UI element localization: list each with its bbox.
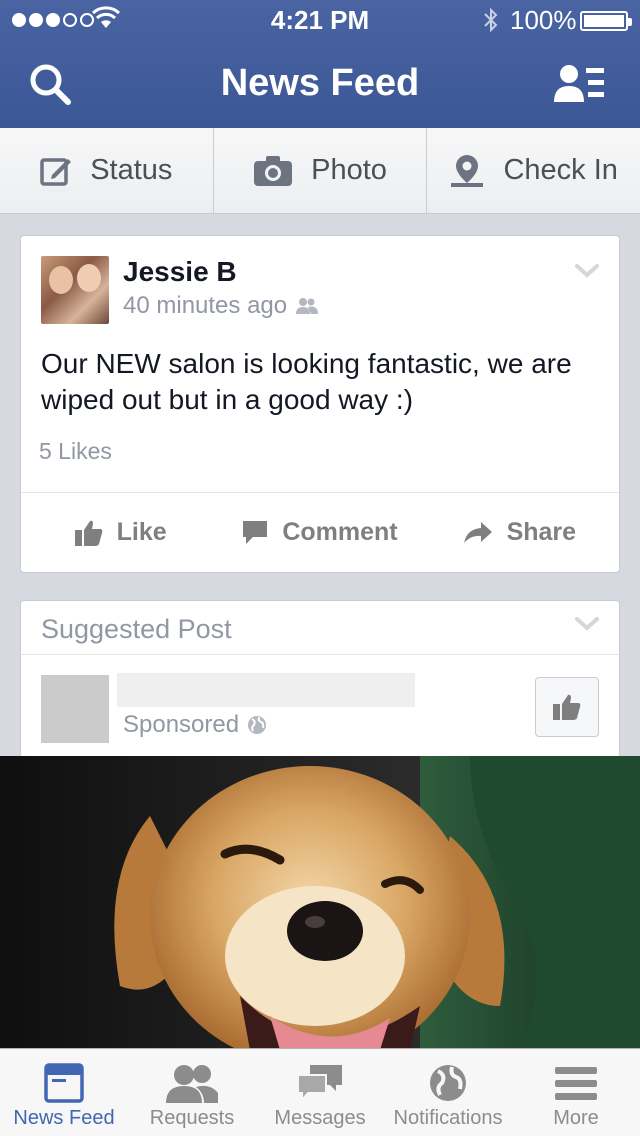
globe-icon bbox=[430, 1065, 466, 1101]
sponsored-label: Sponsored bbox=[123, 711, 240, 738]
timestamp[interactable]: 40 minutes ago bbox=[123, 292, 287, 320]
tab-label: News Feed bbox=[13, 1107, 115, 1129]
tab-requests[interactable]: Requests bbox=[128, 1049, 256, 1136]
avatar[interactable] bbox=[41, 256, 109, 324]
composer-bar: Status Photo Check In bbox=[0, 128, 640, 214]
tab-label: Messages bbox=[274, 1107, 366, 1129]
tab-label: Requests bbox=[149, 1107, 235, 1129]
puppy-image bbox=[0, 756, 640, 1050]
friend-requests-icon bbox=[166, 1065, 218, 1103]
check-in-button[interactable]: Check In bbox=[427, 128, 640, 213]
tab-label: More bbox=[553, 1107, 599, 1129]
comment-button[interactable]: Comment bbox=[220, 518, 419, 547]
story-meta: 40 minutes ago bbox=[123, 292, 319, 320]
sponsor-avatar-placeholder[interactable] bbox=[41, 675, 109, 743]
edit-icon bbox=[40, 157, 72, 186]
battery-percent: 100% bbox=[510, 5, 577, 35]
status-button[interactable]: Status bbox=[0, 128, 214, 213]
like-button[interactable]: Like bbox=[21, 518, 220, 547]
thumbs-up-icon bbox=[553, 694, 581, 720]
page-title: News Feed bbox=[220, 62, 420, 104]
feed-story: Jessie B 40 minutes ago Our NEW salon is… bbox=[20, 235, 620, 573]
suggested-header: Suggested Post bbox=[21, 601, 619, 655]
photo-label: Photo bbox=[311, 154, 387, 186]
bottom-tab-bar: News Feed Requests Messages Notification… bbox=[0, 1048, 640, 1136]
friends-privacy-icon bbox=[296, 298, 319, 314]
tab-notifications[interactable]: Notifications bbox=[384, 1049, 512, 1136]
battery-icon bbox=[580, 11, 632, 31]
check-in-label: Check In bbox=[503, 154, 618, 186]
comment-label: Comment bbox=[282, 518, 398, 546]
menu-icon bbox=[555, 1067, 597, 1100]
messages-icon bbox=[297, 1065, 342, 1103]
share-arrow-icon bbox=[463, 521, 492, 543]
story-text: Our NEW salon is looking fantastic, we a… bbox=[41, 348, 572, 415]
bluetooth-icon bbox=[484, 7, 498, 33]
globe-icon bbox=[248, 716, 267, 734]
tab-news-feed[interactable]: News Feed bbox=[0, 1049, 128, 1136]
tab-label: Notifications bbox=[393, 1107, 503, 1129]
sponsored-photo[interactable] bbox=[0, 756, 640, 1050]
status-label: Status bbox=[90, 154, 173, 186]
like-label: Like bbox=[116, 518, 167, 546]
photo-button[interactable]: Photo bbox=[214, 128, 428, 213]
sponsored-meta: Sponsored bbox=[123, 711, 267, 739]
like-count[interactable]: 5 Likes bbox=[39, 438, 112, 465]
top-navigation-bar: 4:21 PM 100% News Feed bbox=[0, 0, 640, 128]
status-bar: 4:21 PM 100% bbox=[0, 0, 640, 40]
comment-icon bbox=[243, 520, 268, 544]
friend-list-icon[interactable] bbox=[554, 62, 606, 106]
suggested-post: Suggested Post Sponsored bbox=[20, 600, 620, 780]
suggested-title: Suggested Post bbox=[41, 614, 232, 644]
chevron-down-icon[interactable] bbox=[575, 264, 599, 278]
story-actions: Like Comment Share bbox=[21, 492, 619, 572]
share-button[interactable]: Share bbox=[420, 518, 619, 547]
thumbs-up-icon bbox=[74, 520, 102, 546]
tab-more[interactable]: More bbox=[512, 1049, 640, 1136]
location-pin-icon bbox=[451, 154, 484, 187]
page-like-button[interactable] bbox=[535, 677, 599, 737]
news-feed-icon bbox=[44, 1063, 84, 1103]
camera-icon bbox=[254, 155, 293, 186]
tab-messages[interactable]: Messages bbox=[256, 1049, 384, 1136]
chevron-down-icon[interactable] bbox=[575, 617, 599, 631]
share-label: Share bbox=[506, 518, 577, 546]
sponsor-name-placeholder[interactable] bbox=[117, 673, 415, 707]
author-name[interactable]: Jessie B bbox=[123, 256, 237, 288]
